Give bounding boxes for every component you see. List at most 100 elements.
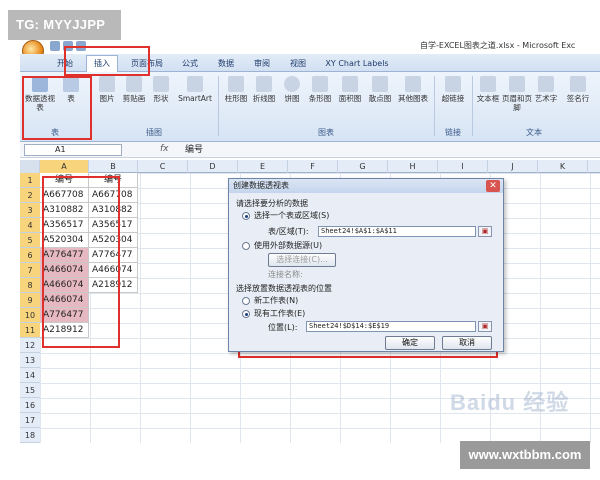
shapes-button[interactable]: 形状 (148, 76, 174, 103)
tab-review[interactable]: 审阅 (246, 56, 278, 71)
row-header[interactable]: 3 (20, 203, 40, 218)
row-header[interactable]: 17 (20, 413, 40, 428)
other-charts-button[interactable]: 其他图表 (396, 76, 430, 103)
formula-input[interactable]: 编号 (185, 144, 285, 156)
baidu-watermark: Baidu 经验 (450, 390, 570, 415)
column-header-i[interactable]: I (438, 160, 488, 173)
connection-name-label: 连接名称: (268, 270, 303, 279)
bar-chart-icon (312, 76, 328, 92)
location-label: 位置(L): (268, 323, 298, 332)
bar-chart-button[interactable]: 条形图 (306, 76, 334, 103)
window-title: 自学-EXCEL图表之道.xlsx - Microsoft Exc (420, 41, 576, 50)
picture-icon (99, 76, 115, 92)
textbox-icon (480, 76, 496, 92)
picture-button[interactable]: 图片 (94, 76, 120, 103)
row-header[interactable]: 10 (20, 308, 40, 323)
radio-new-sheet[interactable] (242, 297, 250, 305)
row-header[interactable]: 16 (20, 398, 40, 413)
column-header-a[interactable]: A (40, 160, 89, 173)
smartart-icon (187, 76, 203, 92)
row-header[interactable]: 7 (20, 263, 40, 278)
range-input[interactable]: Sheet24!$A$1:$A$11 (318, 226, 476, 237)
save-icon[interactable] (50, 41, 60, 51)
area-chart-button[interactable]: 面积图 (336, 76, 364, 103)
line-chart-button[interactable]: 折线图 (250, 76, 278, 103)
row-header[interactable]: 5 (20, 233, 40, 248)
row-header[interactable]: 18 (20, 428, 40, 443)
row-header[interactable]: 1 (20, 173, 40, 188)
row-header[interactable]: 9 (20, 293, 40, 308)
smartart-button[interactable]: SmartArt (176, 76, 214, 103)
row-header[interactable]: 2 (20, 188, 40, 203)
clipart-button[interactable]: 剪贴画 (120, 76, 148, 103)
hyperlink-icon (445, 76, 461, 92)
location-ref-picker-icon[interactable]: ▣ (478, 321, 492, 332)
column-header-d[interactable]: D (188, 160, 238, 173)
column-header-b[interactable]: B (89, 160, 138, 173)
header-footer-button[interactable]: 页眉和页脚 (502, 76, 532, 112)
row-header[interactable]: 8 (20, 278, 40, 293)
dialog-section-choose-data: 请选择要分析的数据 (236, 199, 308, 208)
pie-chart-icon (284, 76, 300, 92)
dialog-section-location: 选择放置数据透视表的位置 (236, 284, 332, 293)
pie-chart-button[interactable]: 饼图 (280, 76, 304, 103)
row-header[interactable]: 4 (20, 218, 40, 233)
range-label: 表/区域(T): (268, 227, 309, 236)
signature-line-button[interactable]: 签名行 (562, 76, 594, 103)
ribbon-separator (472, 76, 473, 136)
name-box[interactable]: A1 (24, 144, 122, 156)
wordart-button[interactable]: 艺术字 (532, 76, 560, 103)
wordart-icon (538, 76, 554, 92)
fx-icon[interactable]: fx (160, 144, 180, 156)
column-header-k[interactable]: K (538, 160, 588, 173)
radio-external-source[interactable] (242, 242, 250, 250)
ok-button[interactable]: 确定 (385, 336, 435, 350)
area-chart-icon (342, 76, 358, 92)
column-chart-button[interactable]: 柱形图 (222, 76, 250, 103)
column-header-j[interactable]: J (488, 160, 538, 173)
column-header-g[interactable]: G (338, 160, 388, 173)
column-header-f[interactable]: F (288, 160, 338, 173)
radio-select-range-label: 选择一个表或区域(S) (254, 211, 330, 220)
group-label-text: 文本 (526, 128, 542, 137)
column-header-h[interactable]: H (388, 160, 438, 173)
row-header[interactable]: 15 (20, 383, 40, 398)
dialog-title: 创建数据透视表 (229, 179, 503, 193)
scatter-chart-button[interactable]: 散点图 (366, 76, 394, 103)
column-header-e[interactable]: E (238, 160, 288, 173)
radio-select-range[interactable] (242, 212, 250, 220)
line-chart-icon (256, 76, 272, 92)
tab-data[interactable]: 数据 (210, 56, 242, 71)
shapes-icon (153, 76, 169, 92)
signature-line-icon (570, 76, 586, 92)
cancel-button[interactable]: 取消 (442, 336, 492, 350)
group-label-links: 链接 (445, 128, 461, 137)
tab-xy-chart-labels[interactable]: XY Chart Labels (320, 56, 394, 71)
select-all-corner[interactable] (20, 160, 40, 173)
column-header-c[interactable]: C (138, 160, 188, 173)
column-chart-icon (228, 76, 244, 92)
radio-external-source-label: 使用外部数据源(U) (254, 241, 323, 250)
close-icon[interactable]: ✕ (486, 180, 500, 192)
row-header[interactable]: 6 (20, 248, 40, 263)
tab-view[interactable]: 视图 (282, 56, 314, 71)
tab-formulas[interactable]: 公式 (174, 56, 206, 71)
annotation-highlight-pivot-button (22, 76, 92, 140)
header-footer-icon (509, 76, 525, 92)
group-label-illustrations: 插图 (146, 128, 162, 137)
watermark-top: TG: MYYJJPP (8, 10, 121, 40)
ribbon-separator (218, 76, 219, 136)
row-header[interactable]: 13 (20, 353, 40, 368)
row-header[interactable]: 12 (20, 338, 40, 353)
textbox-button[interactable]: 文本框 (474, 76, 502, 103)
clipart-icon (126, 76, 142, 92)
range-ref-picker-icon[interactable]: ▣ (478, 226, 492, 237)
location-input[interactable]: Sheet24!$D$14:$E$19 (306, 321, 476, 332)
hyperlink-button[interactable]: 超链接 (438, 76, 468, 103)
ribbon-separator (434, 76, 435, 136)
radio-existing-sheet[interactable] (242, 310, 250, 318)
annotation-highlight-insert-tab (64, 46, 150, 76)
row-header[interactable]: 14 (20, 368, 40, 383)
choose-connection-button[interactable]: 选择连接(C)... (268, 253, 336, 267)
row-header[interactable]: 11 (20, 323, 40, 338)
